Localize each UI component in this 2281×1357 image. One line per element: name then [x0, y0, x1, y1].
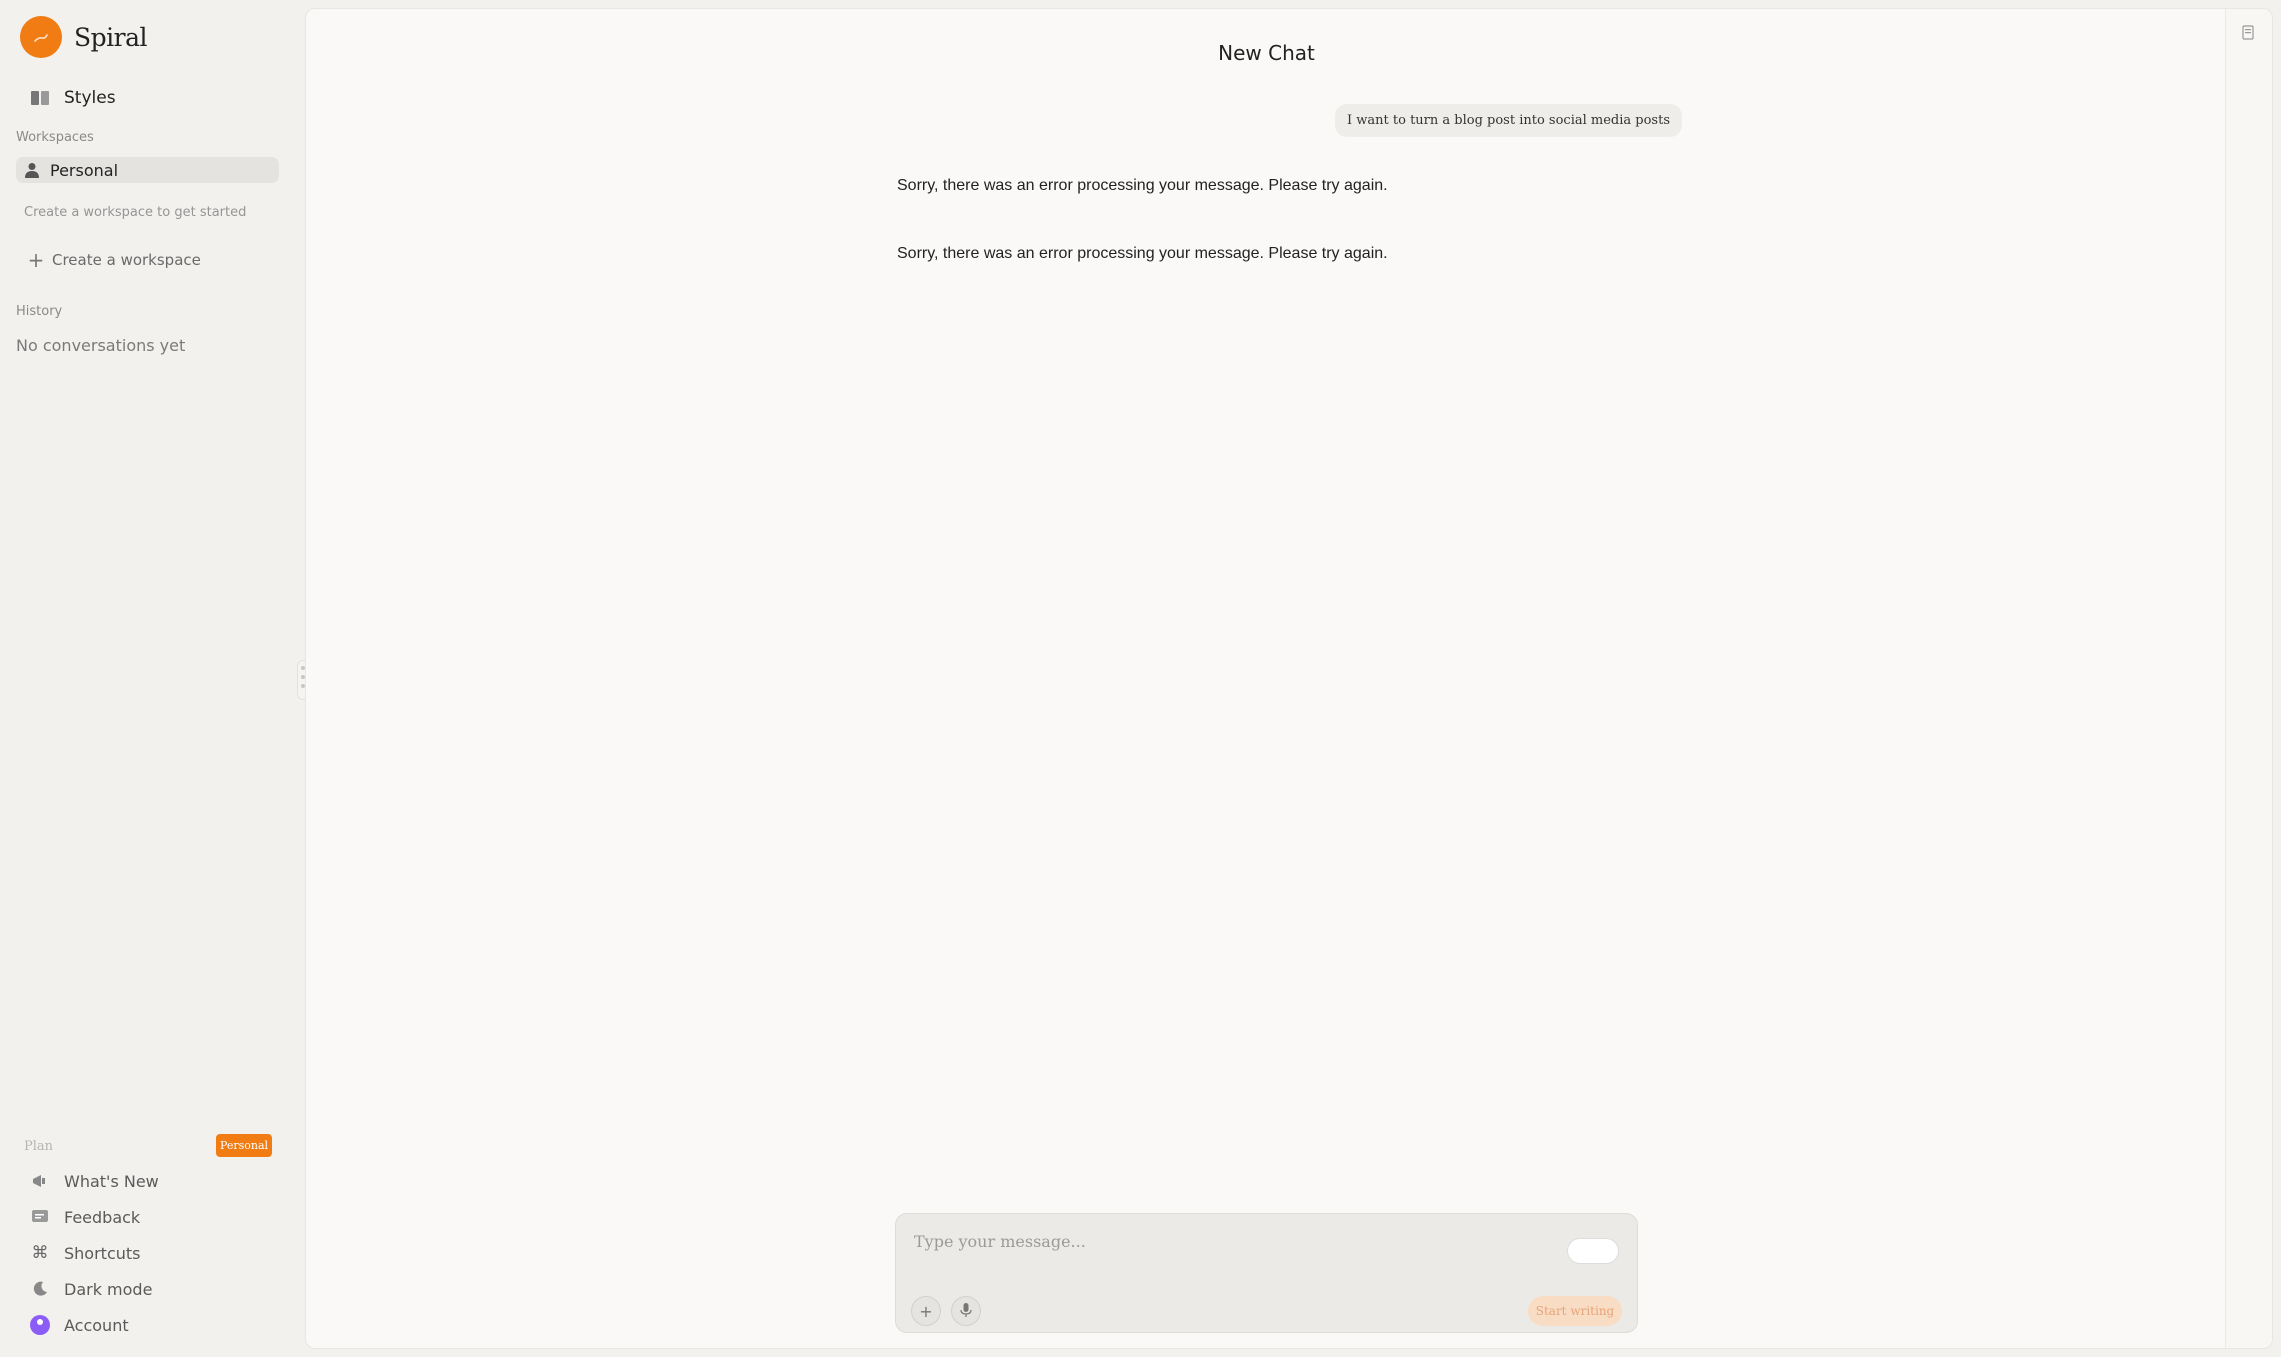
user-icon [22, 160, 42, 180]
brand[interactable]: Spiral [20, 16, 147, 58]
send-button[interactable]: Start writing [1528, 1296, 1622, 1326]
create-workspace-button[interactable]: + Create a workspace [27, 248, 201, 272]
chat-panel: New Chat I want to turn a blog post into… [305, 8, 2273, 1349]
feedback-label: Feedback [64, 1207, 141, 1227]
megaphone-icon [30, 1171, 50, 1191]
styles-label: Styles [64, 88, 116, 108]
attach-button[interactable]: + [911, 1296, 941, 1326]
workspace-personal[interactable]: Personal [16, 157, 279, 183]
assistant-message: Sorry, there was an error processing you… [897, 177, 1388, 194]
right-rail [2225, 9, 2272, 1348]
document-icon[interactable] [2242, 25, 2256, 41]
whats-new-button[interactable]: What's New [30, 1168, 159, 1194]
spiral-logo-icon [20, 16, 62, 58]
plus-icon: + [919, 1301, 933, 1321]
account-avatar-icon [30, 1315, 50, 1335]
workspace-personal-label: Personal [50, 160, 119, 180]
account-button[interactable]: Account [30, 1312, 129, 1338]
shortcuts-button[interactable]: ⌘ Shortcuts [30, 1240, 141, 1266]
avatar [30, 1315, 50, 1335]
brand-name: Spiral [74, 22, 147, 52]
workspaces-heading: Workspaces [16, 130, 94, 145]
shortcuts-label: Shortcuts [64, 1243, 141, 1263]
composer-toggle[interactable] [1567, 1238, 1619, 1264]
message-composer: + Start writing [895, 1213, 1638, 1333]
user-message: I want to turn a blog post into social m… [1335, 104, 1682, 137]
assistant-message: Sorry, there was an error processing you… [897, 245, 1388, 262]
history-heading: History [16, 304, 63, 319]
whats-new-label: What's New [64, 1171, 159, 1191]
history-empty: No conversations yet [16, 336, 186, 355]
dark-mode-label: Dark mode [64, 1279, 153, 1299]
feedback-button[interactable]: Feedback [30, 1204, 140, 1230]
message-input[interactable] [914, 1232, 1514, 1251]
feedback-icon [30, 1207, 50, 1227]
chat-title: New Chat [1218, 41, 1315, 65]
moon-icon [30, 1279, 50, 1299]
book-icon [30, 88, 50, 108]
microphone-icon [960, 1302, 972, 1321]
create-workspace-label: Create a workspace [52, 251, 201, 269]
plan-label: Plan [24, 1139, 54, 1154]
styles-button[interactable]: Styles [30, 85, 116, 111]
sidebar: Spiral Styles Workspaces Personal Create… [0, 0, 300, 1357]
microphone-button[interactable] [951, 1296, 981, 1326]
account-label: Account [64, 1315, 129, 1335]
command-icon: ⌘ [31, 1243, 49, 1263]
workspace-hint: Create a workspace to get started [24, 205, 247, 220]
plan-badge: Personal [216, 1134, 272, 1157]
dark-mode-button[interactable]: Dark mode [30, 1276, 152, 1302]
plus-icon: + [27, 248, 45, 272]
